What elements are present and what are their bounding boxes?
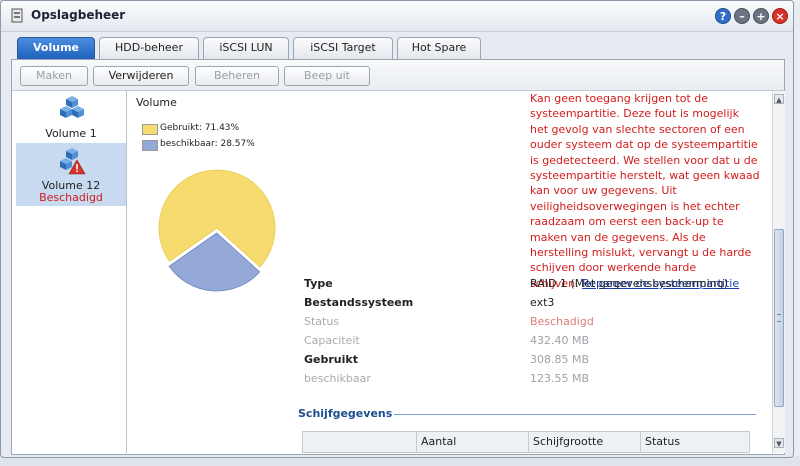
- scroll-up-icon[interactable]: ▲: [774, 94, 784, 104]
- section-divider: [394, 414, 756, 415]
- capacity-value: 432.40 MB: [530, 334, 590, 347]
- type-value: RAID 1 (Met gegevensbescherming): [530, 277, 728, 290]
- storage-manager-icon: [11, 8, 23, 23]
- beep-off-button[interactable]: Beep uit: [284, 66, 370, 86]
- list-item-volume-1[interactable]: Volume 1: [16, 91, 126, 143]
- error-line: is gedetecteerd. We stellen voor dat u d…: [530, 153, 758, 167]
- scroll-down-icon[interactable]: ▼: [774, 438, 784, 448]
- used-label: Gebruikt: [304, 353, 358, 366]
- error-message: Kan geen toegang krijgen tot de systeemp…: [530, 91, 760, 291]
- close-icon[interactable]: ×: [772, 8, 788, 24]
- legend-swatch-used: [142, 124, 158, 135]
- volume-details: Volume Gebruikt: 71.43% beschikbaar: 28.…: [128, 91, 768, 453]
- error-line: systeempartitie herstelt, wat geen kwaad: [530, 169, 760, 183]
- error-line: kan voor uw gegevens. Uit: [530, 184, 677, 198]
- error-line: veiligheidsoverwegingen is het echter: [530, 199, 740, 213]
- column-header-status[interactable]: Status: [645, 435, 680, 448]
- error-line: herstelling mislukt, vervangt u de harde: [530, 246, 752, 260]
- volume-warning-icon: [60, 148, 86, 175]
- scroll-grip-icon: [777, 314, 781, 322]
- scroll-thumb[interactable]: [774, 229, 784, 407]
- filesystem-value: ext3: [530, 296, 555, 309]
- usage-pie-chart: [158, 169, 276, 292]
- tab-hdd-beheer[interactable]: HDD-beheer: [99, 37, 199, 59]
- volume-panel: Maken Verwijderen Beheren Beep uit Volum…: [11, 59, 785, 455]
- error-line: raadzaam om eerst een back-up te: [530, 215, 724, 229]
- error-line: Kan geen toegang krijgen tot de: [530, 92, 709, 105]
- available-label: beschikbaar: [304, 372, 371, 385]
- manage-button[interactable]: Beheren: [195, 66, 279, 86]
- column-separator: [528, 432, 529, 453]
- title-bar: Opslagbeheer ? – + ×: [1, 1, 793, 32]
- status-label: Status: [304, 315, 340, 328]
- type-label: Type: [304, 277, 333, 290]
- column-header-count[interactable]: Aantal: [421, 435, 456, 448]
- filesystem-label: Bestandssysteem: [304, 296, 414, 309]
- legend-swatch-available: [142, 140, 158, 151]
- volume-icon: [60, 96, 84, 118]
- section-title: Volume: [136, 96, 177, 109]
- tab-iscsi-target[interactable]: iSCSI Target: [293, 37, 393, 59]
- toolbar: Maken Verwijderen Beheren Beep uit: [12, 60, 784, 91]
- error-line: maken van de gegevens. Als de: [530, 230, 706, 244]
- minimize-icon[interactable]: –: [734, 8, 750, 24]
- disk-table-header: Aantal Schijfgrootte Status: [302, 431, 750, 453]
- available-value: 123.55 MB: [530, 372, 590, 385]
- column-separator: [416, 432, 417, 453]
- details-scrollbar[interactable]: ▲ ▼: [772, 91, 785, 453]
- maximize-icon[interactable]: +: [753, 8, 769, 24]
- volume-status-badge: Beschadigd: [39, 191, 103, 204]
- capacity-label: Capaciteit: [304, 334, 360, 347]
- storage-manager-window: Opslagbeheer ? – + × Volume HDD-beheer i…: [0, 0, 794, 458]
- legend-label: Gebruikt: 71.43%: [160, 123, 240, 133]
- used-value: 308.85 MB: [530, 353, 590, 366]
- help-icon[interactable]: ?: [715, 8, 731, 24]
- legend-label: beschikbaar: 28.57%: [160, 139, 255, 149]
- volume-label: Volume 1: [45, 127, 97, 140]
- list-item-volume-12[interactable]: Volume 12 Beschadigd: [16, 143, 126, 206]
- error-line: het gevolg van slechte sectoren of een: [530, 122, 745, 136]
- create-button[interactable]: Maken: [20, 66, 88, 86]
- tab-iscsi-lun[interactable]: iSCSI LUN: [203, 37, 289, 59]
- column-separator: [640, 432, 641, 453]
- error-line: ouder systeem dat op de systeempartitie: [530, 138, 758, 152]
- disk-info-title: Schijfgegevens: [298, 407, 393, 420]
- tab-hot-spare[interactable]: Hot Spare: [397, 37, 481, 59]
- status-value: Beschadigd: [530, 315, 594, 328]
- error-line: schijven door werkende harde: [530, 261, 697, 275]
- column-header-disk-size[interactable]: Schijfgrootte: [533, 435, 603, 448]
- error-line: systeempartitie. Deze fout is mogelijk: [530, 107, 739, 121]
- delete-button[interactable]: Verwijderen: [93, 66, 189, 86]
- tab-volume[interactable]: Volume: [17, 37, 95, 60]
- volume-list: Volume 1 Volume 12 Beschadigd: [16, 91, 127, 453]
- window-title: Opslagbeheer: [31, 8, 126, 22]
